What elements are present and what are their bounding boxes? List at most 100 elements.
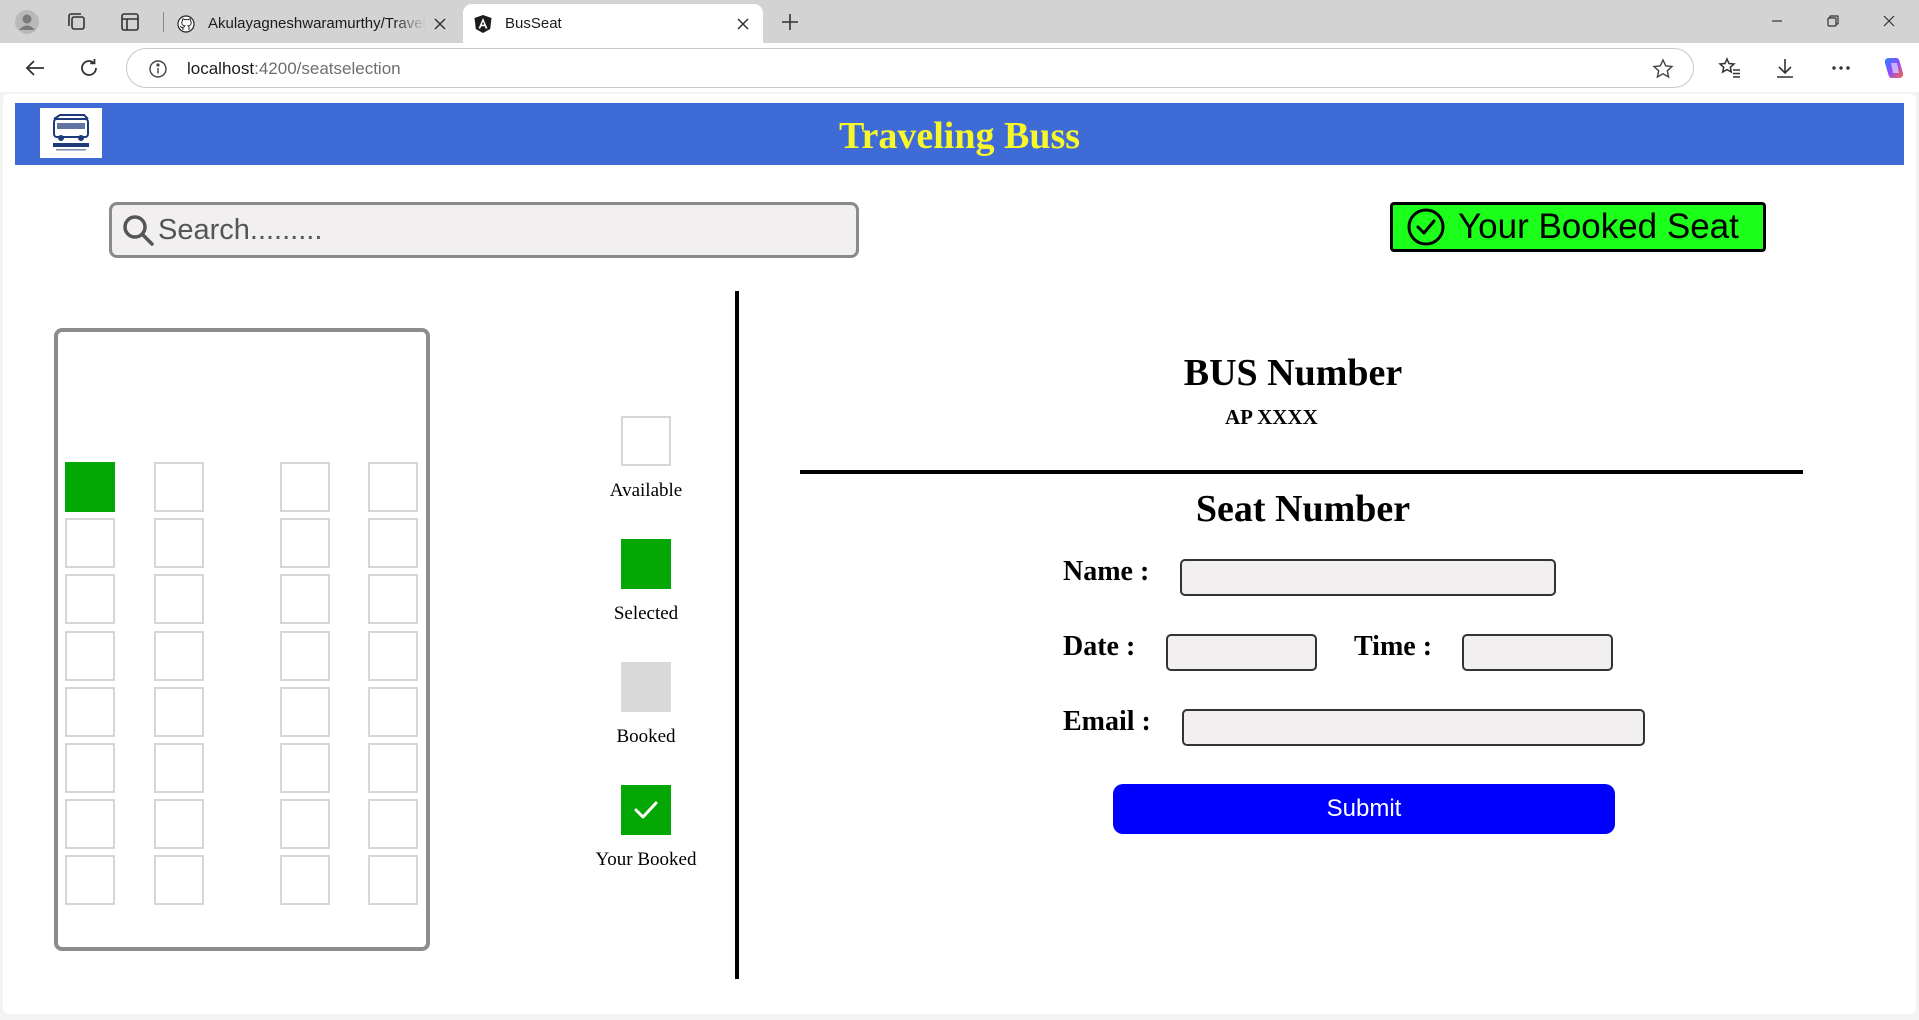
available-seat-swatch [621, 416, 671, 466]
seat[interactable] [368, 574, 418, 624]
seat[interactable] [368, 855, 418, 905]
more-options-icon[interactable] [1826, 53, 1856, 83]
horizontal-divider [800, 470, 1803, 474]
date-input[interactable] [1166, 634, 1317, 671]
search-box[interactable] [109, 202, 859, 258]
url-text: localhost:4200/seatselection [187, 59, 401, 79]
site-info-icon[interactable] [147, 58, 169, 80]
your-booked-seat-swatch [621, 785, 671, 835]
tab-github[interactable]: Akulayagneshwaramurthy/Traveling-Bus [166, 4, 460, 43]
seat[interactable] [154, 462, 204, 512]
tab-separator [163, 12, 164, 32]
bus-number-value: AP XXXX [1225, 405, 1318, 429]
tab-actions-icon[interactable] [116, 8, 144, 36]
tab-title: Akulayagneshwaramurthy/Traveling-Bus [208, 15, 426, 32]
seat[interactable] [280, 462, 330, 512]
your-booked-seat-button[interactable]: Your Booked Seat [1390, 202, 1766, 252]
bus-number-heading: BUS Number [1183, 352, 1403, 394]
seat[interactable] [65, 743, 115, 793]
seat[interactable] [368, 631, 418, 681]
email-label: Email : [1063, 706, 1151, 737]
legend-available: Available [573, 416, 719, 502]
seat[interactable] [280, 799, 330, 849]
seat-number-heading: Seat Number [1195, 488, 1411, 530]
legend-label: Selected [613, 603, 679, 624]
seat[interactable] [154, 743, 204, 793]
seat[interactable] [65, 574, 115, 624]
seat[interactable] [65, 687, 115, 737]
legend-selected: Selected [573, 539, 719, 625]
seat[interactable] [154, 518, 204, 568]
time-input[interactable] [1462, 634, 1613, 671]
seat[interactable] [154, 855, 204, 905]
angular-icon [473, 14, 493, 34]
seat[interactable] [280, 574, 330, 624]
page-viewport: Traveling Buss Your Booked Seat Availabl… [3, 94, 1916, 1014]
url-path: :4200/seatselection [254, 59, 401, 78]
legend-your-booked: Your Booked [573, 785, 719, 871]
copilot-icon[interactable] [1879, 53, 1909, 83]
site-header: Traveling Buss [15, 103, 1904, 165]
legend-label: Available [609, 480, 683, 501]
close-icon[interactable] [729, 10, 757, 38]
seat[interactable] [280, 518, 330, 568]
seat[interactable] [280, 743, 330, 793]
site-title: Traveling Buss [838, 115, 1081, 157]
checkmark-icon [634, 801, 658, 819]
tab-title: BusSeat [505, 15, 562, 32]
seat[interactable] [65, 631, 115, 681]
submit-button[interactable]: Submit [1113, 784, 1615, 834]
back-arrow-icon[interactable] [20, 53, 50, 83]
search-input[interactable] [158, 209, 848, 251]
close-icon[interactable] [426, 10, 454, 38]
seat[interactable] [65, 518, 115, 568]
seat[interactable] [368, 799, 418, 849]
close-window-button[interactable] [1861, 2, 1917, 40]
date-label: Date : [1063, 631, 1136, 662]
address-bar[interactable]: localhost:4200/seatselection [126, 48, 1694, 88]
email-input[interactable] [1182, 709, 1645, 746]
bus-seat-map [54, 328, 430, 951]
restore-button[interactable] [1805, 2, 1861, 40]
name-input[interactable] [1180, 559, 1556, 596]
check-circle-icon [1407, 208, 1445, 246]
seat[interactable] [65, 855, 115, 905]
selected-seat-swatch [621, 539, 671, 589]
collections-icon[interactable] [63, 8, 91, 36]
seat[interactable] [65, 799, 115, 849]
seat[interactable] [65, 462, 115, 512]
downloads-icon[interactable] [1770, 53, 1800, 83]
seat[interactable] [368, 518, 418, 568]
favorite-star-icon[interactable] [1651, 57, 1675, 81]
seat[interactable] [368, 743, 418, 793]
seat[interactable] [154, 799, 204, 849]
reload-icon[interactable] [74, 53, 104, 83]
booked-seat-swatch [621, 662, 671, 712]
favorites-icon[interactable] [1715, 53, 1745, 83]
minimize-button[interactable] [1749, 2, 1805, 40]
legend-booked: Booked [573, 662, 719, 748]
seat[interactable] [368, 462, 418, 512]
browser-tab-bar: Akulayagneshwaramurthy/Traveling-Bus Bus… [0, 0, 1919, 43]
time-label: Time : [1354, 631, 1433, 662]
github-icon [176, 14, 196, 34]
your-booked-seat-label: Your Booked Seat [1458, 207, 1739, 246]
vertical-divider [735, 291, 739, 979]
seat[interactable] [154, 574, 204, 624]
browser-nav-bar: localhost:4200/seatselection [0, 43, 1919, 92]
seat[interactable] [154, 631, 204, 681]
url-host: localhost [187, 59, 255, 78]
legend-label: Your Booked [595, 849, 697, 870]
viewport-frame: Traveling Buss Your Booked Seat Availabl… [0, 92, 1919, 1020]
tab-busseat[interactable]: BusSeat [463, 4, 763, 43]
profile-icon[interactable] [13, 8, 41, 36]
seat[interactable] [368, 687, 418, 737]
search-icon [123, 215, 154, 246]
new-tab-button[interactable] [776, 8, 804, 36]
legend-label: Booked [616, 726, 676, 747]
seat[interactable] [280, 855, 330, 905]
seat[interactable] [280, 631, 330, 681]
seat[interactable] [154, 687, 204, 737]
name-label: Name : [1063, 556, 1150, 587]
seat[interactable] [280, 687, 330, 737]
